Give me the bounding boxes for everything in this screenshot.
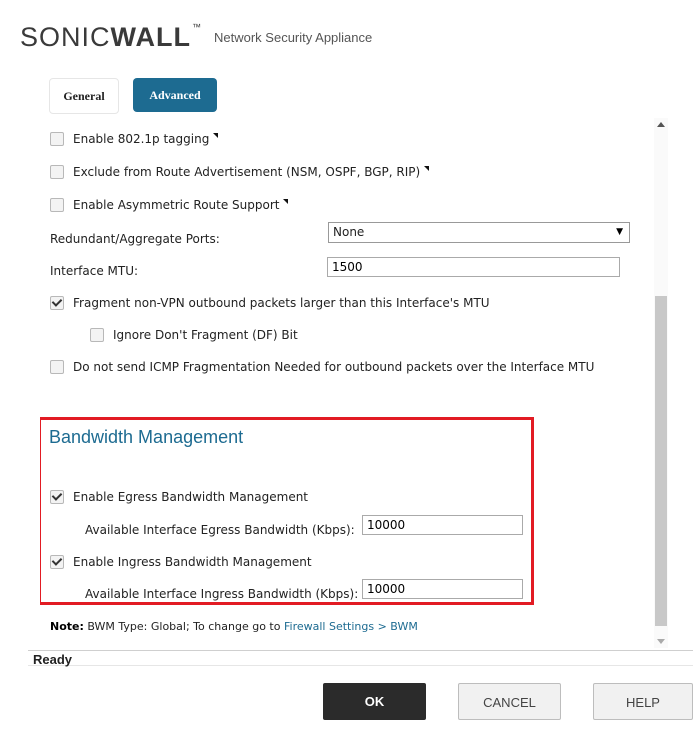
vertical-scrollbar[interactable] [654,118,668,648]
fragment-packets-option: Fragment non-VPN outbound packets larger… [50,296,490,310]
redundant-ports-select[interactable]: None ▼ [328,222,630,243]
scrollbar-thumb[interactable] [655,296,667,626]
enable-8021p-tagging-label: Enable 802.1p tagging [73,132,210,146]
scroll-down-arrow-icon[interactable] [657,639,665,644]
exclude-route-advertisement-option: Exclude from Route Advertisement (NSM, O… [50,165,430,179]
fragment-packets-label: Fragment non-VPN outbound packets larger… [73,296,490,310]
ingress-bwm-checkbox[interactable] [50,555,64,569]
note-prefix: Note: [50,620,84,633]
tab-advanced[interactable]: Advanced [133,78,217,112]
enable-8021p-tagging-option: Enable 802.1p tagging [50,132,219,146]
egress-bandwidth-input[interactable] [362,515,523,535]
asymmetric-route-label: Enable Asymmetric Route Support [73,198,280,212]
ingress-bwm-label: Enable Ingress Bandwidth Management [73,555,312,569]
redundant-ports-value: None [333,225,365,239]
egress-bwm-option: Enable Egress Bandwidth Management [50,490,308,504]
enable-8021p-tagging-checkbox[interactable] [50,132,64,146]
status-bar: Ready [28,650,693,667]
help-button[interactable]: HELP [593,683,693,720]
fragment-packets-checkbox[interactable] [50,296,64,310]
advanced-settings-panel: Enable 802.1p tagging Exclude from Route… [40,118,670,648]
egress-bandwidth-label: Available Interface Egress Bandwidth (Kb… [85,523,355,537]
tab-general[interactable]: General [49,78,119,114]
no-icmp-fragmentation-option: Do not send ICMP Fragmentation Needed fo… [50,360,594,374]
app-name: Network Security Appliance [214,30,373,45]
help-marker-icon [424,165,430,171]
scroll-up-arrow-icon[interactable] [657,122,665,127]
bandwidth-management-title: Bandwidth Management [49,427,244,447]
interface-mtu-input[interactable] [327,257,620,277]
note-text: BWM Type: Global; To change go to [83,620,284,633]
egress-bwm-label: Enable Egress Bandwidth Management [73,490,309,504]
no-icmp-fragmentation-checkbox[interactable] [50,360,64,374]
exclude-route-advertisement-label: Exclude from Route Advertisement (NSM, O… [73,165,421,179]
no-icmp-fragmentation-label: Do not send ICMP Fragmentation Needed fo… [73,360,595,374]
bwm-note: Note: BWM Type: Global; To change go to … [50,620,418,633]
help-marker-icon [213,132,219,138]
interface-mtu-label: Interface MTU: [50,264,139,278]
ingress-bandwidth-label: Available Interface Ingress Bandwidth (K… [85,587,359,601]
redundant-ports-label: Redundant/Aggregate Ports: [50,232,220,246]
ignore-df-bit-option: Ignore Don't Fragment (DF) Bit [90,328,298,342]
ignore-df-bit-checkbox[interactable] [90,328,104,342]
dropdown-arrow-icon: ▼ [616,227,623,237]
exclude-route-advertisement-checkbox[interactable] [50,165,64,179]
asymmetric-route-checkbox[interactable] [50,198,64,212]
ok-button[interactable]: OK [323,683,426,720]
help-marker-icon [283,198,289,204]
cancel-button[interactable]: CANCEL [458,683,561,720]
header: SONICWALL™ Network Security Appliance [0,0,693,70]
sonicwall-logo: SONICWALL™ [20,22,202,52]
asymmetric-route-option: Enable Asymmetric Route Support [50,198,289,212]
ingress-bandwidth-input[interactable] [362,579,523,599]
egress-bwm-checkbox[interactable] [50,490,64,504]
ignore-df-bit-label: Ignore Don't Fragment (DF) Bit [113,328,298,342]
ingress-bwm-option: Enable Ingress Bandwidth Management [50,555,312,569]
firewall-settings-bwm-link[interactable]: Firewall Settings > BWM [284,620,418,633]
